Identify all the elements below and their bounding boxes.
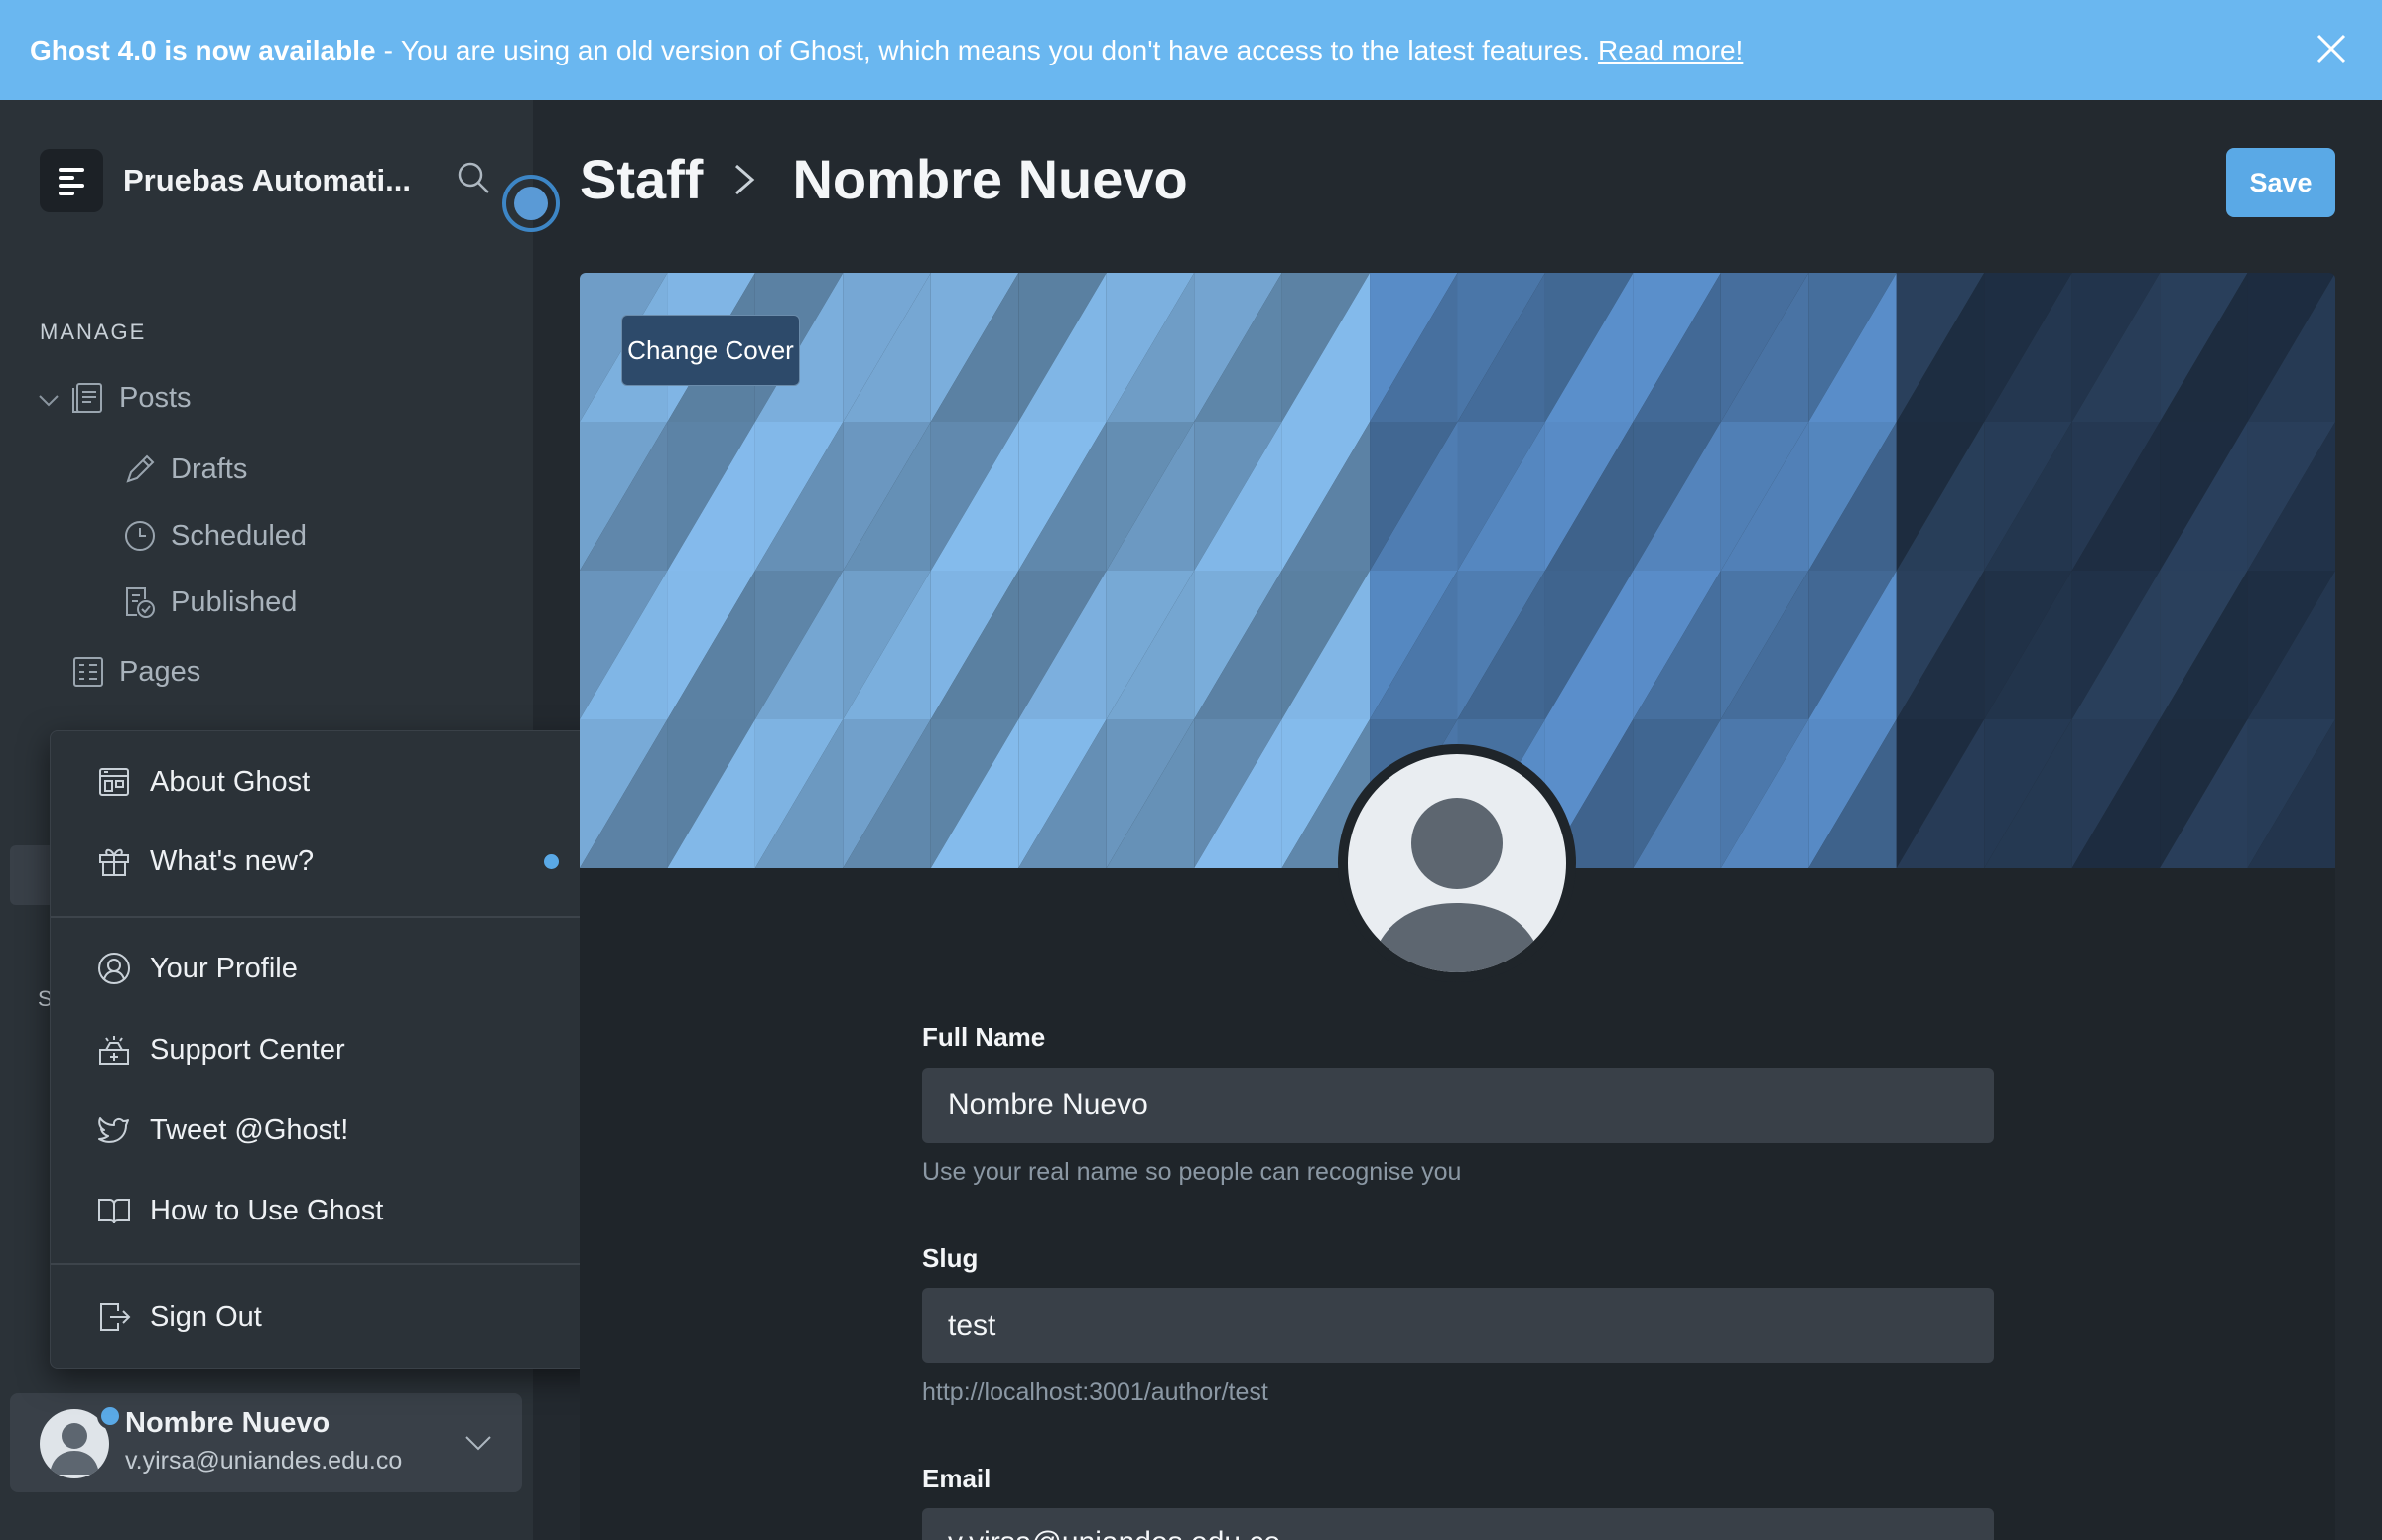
banner-read-more-link[interactable]: Read more! [1598, 35, 1743, 66]
notification-dot [97, 1403, 123, 1429]
slug-url-help: http://localhost:3001/author/test [922, 1378, 1268, 1406]
published-icon [126, 587, 155, 618]
user-dropdown-menu: About Ghost What's new? Your Profile Sup… [50, 730, 606, 1369]
menu-divider [51, 916, 606, 918]
slug-label: Slug [922, 1243, 979, 1273]
menu-divider [51, 1263, 606, 1265]
menu-item-how-to-use-ghost[interactable]: How to Use Ghost [51, 1174, 606, 1247]
site-name[interactable]: Pruebas Automati... [123, 163, 411, 198]
full-name-help: Use your real name so people can recogni… [922, 1158, 1462, 1186]
profile-card: Change Cover Full Name Nombre Nuevo Use … [580, 273, 2335, 1540]
support-icon [99, 1036, 129, 1065]
menu-item-label: About Ghost [150, 765, 311, 798]
twitter-icon [98, 1117, 129, 1143]
signout-icon [100, 1303, 131, 1331]
cursor-indicator [502, 175, 560, 232]
email-label: Email [922, 1464, 992, 1493]
menu-item-label: How to Use Ghost [150, 1194, 384, 1226]
full-name-input[interactable]: Nombre Nuevo [922, 1068, 1994, 1143]
sidebar-item-label: Drafts [171, 452, 248, 485]
update-banner: Ghost 4.0 is now available - You are usi… [0, 0, 2382, 100]
sidebar-item-pages[interactable]: Pages [71, 655, 200, 689]
user-menu-toggle[interactable]: Nombre Nuevo v.yirsa@uniandes.edu.co [10, 1393, 522, 1492]
change-cover-button[interactable]: Change Cover [621, 315, 800, 386]
sidebar-item-drafts[interactable]: Drafts [123, 452, 247, 486]
sidebar-item-label: Pages [119, 655, 201, 688]
chevron-right-icon [735, 164, 755, 194]
sidebar-item-label: Scheduled [171, 519, 308, 552]
clock-icon [125, 521, 155, 551]
close-icon[interactable] [2315, 32, 2348, 65]
full-name-label: Full Name [922, 1022, 1046, 1052]
menu-item-tweet-ghost[interactable]: Tweet @Ghost! [51, 1093, 606, 1167]
user-name: Nombre Nuevo [125, 1407, 331, 1439]
banner-separator: - [383, 34, 393, 65]
page-title: Nombre Nuevo [792, 148, 1188, 210]
menu-item-whats-new[interactable]: What's new? [51, 825, 606, 898]
sidebar-item-label: Posts [119, 381, 192, 414]
menu-item-label: What's new? [150, 844, 315, 877]
menu-item-label: Your Profile [150, 952, 298, 984]
pencil-icon [126, 454, 155, 483]
banner-title: Ghost 4.0 is now available [30, 34, 376, 65]
menu-item-sign-out[interactable]: Sign Out [51, 1280, 606, 1353]
sidebar-item-posts[interactable]: Posts [71, 381, 192, 415]
site-logo[interactable] [40, 149, 103, 212]
menu-item-label: Tweet @Ghost! [150, 1113, 349, 1146]
banner-message: You are using an old version of Ghost, w… [400, 34, 1591, 65]
menu-item-label: Support Center [150, 1033, 345, 1066]
search-icon[interactable] [455, 159, 492, 196]
breadcrumb-staff-link[interactable]: Staff [580, 147, 703, 211]
chevron-down-icon [465, 1436, 491, 1451]
sidebar-item-scheduled[interactable]: Scheduled [123, 519, 307, 553]
posts-icon [72, 383, 102, 413]
user-silhouette-icon [1369, 798, 1545, 972]
profile-icon [98, 953, 130, 984]
menu-item-label: Sign Out [150, 1300, 262, 1333]
profile-avatar[interactable] [1338, 744, 1576, 982]
new-indicator-dot [544, 853, 559, 869]
menu-item-your-profile[interactable]: Your Profile [51, 932, 606, 1005]
user-email: v.yirsa@uniandes.edu.co [125, 1447, 403, 1475]
about-icon [99, 768, 129, 796]
email-input[interactable]: v.yirsa@uniandes.edu.co [922, 1508, 1994, 1540]
menu-lines-icon [59, 168, 84, 195]
section-label-manage: MANAGE [40, 320, 147, 344]
gift-icon [99, 848, 129, 876]
breadcrumb: Staff Nombre Nuevo [580, 147, 1188, 211]
book-icon [98, 1199, 130, 1224]
menu-item-support-center[interactable]: Support Center [51, 1013, 606, 1087]
pages-icon [73, 657, 103, 687]
sidebar-item-label: Published [171, 585, 298, 618]
save-button[interactable]: Save [2226, 148, 2335, 217]
sidebar-item-published[interactable]: Published [123, 585, 297, 619]
chevron-down-icon[interactable] [38, 389, 60, 411]
slug-input[interactable]: test [922, 1288, 1994, 1363]
menu-item-about-ghost[interactable]: About Ghost [51, 745, 606, 819]
